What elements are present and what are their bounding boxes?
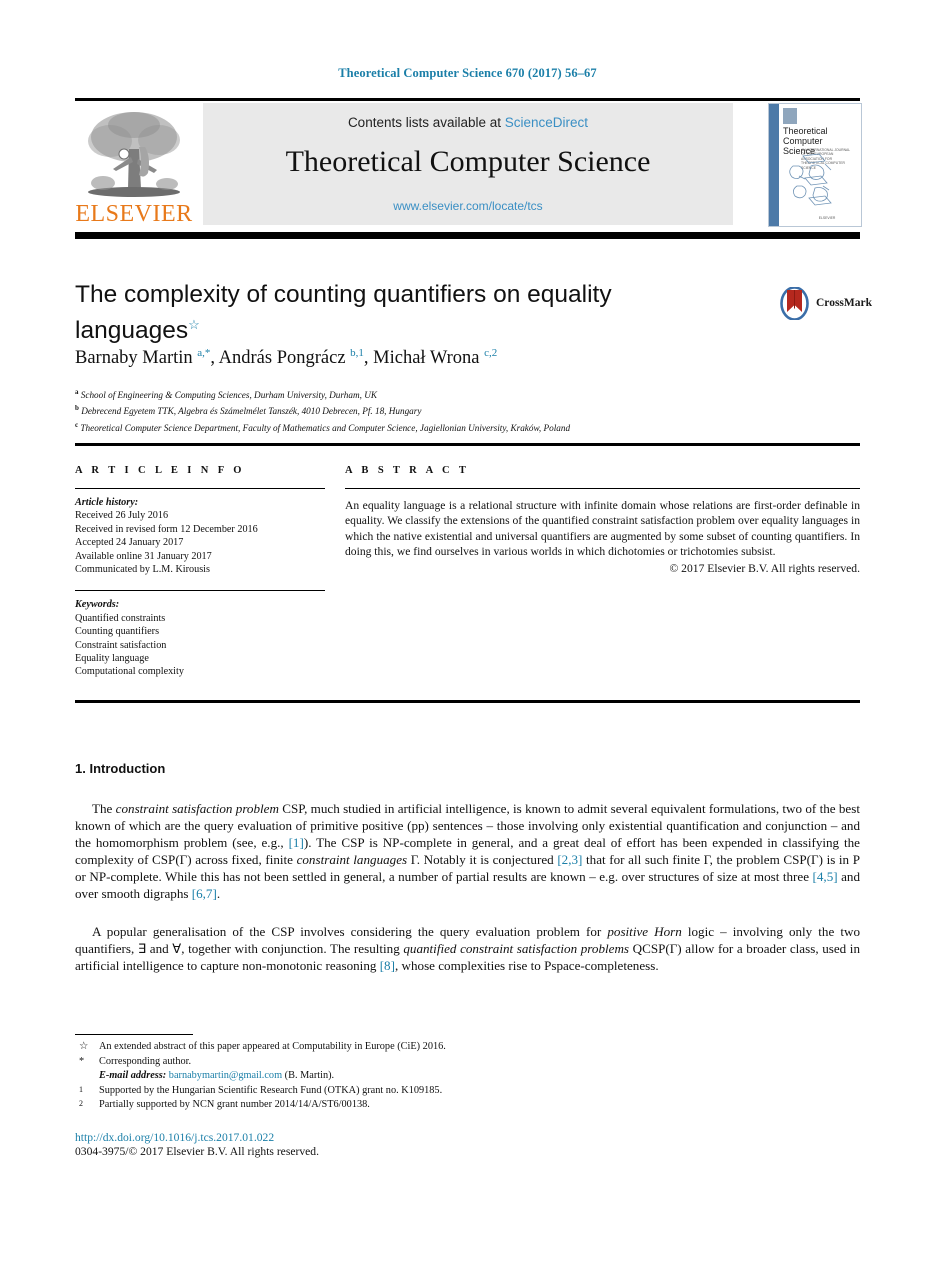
journal-url-link[interactable]: www.elsevier.com/locate/tcs <box>203 199 733 213</box>
page-title: The complexity of counting quantifiers o… <box>75 280 705 346</box>
journal-cover-thumbnail[interactable]: Theoretical Computer Science AN INTERNAT… <box>768 103 862 227</box>
running-head: Theoretical Computer Science 670 (2017) … <box>338 66 597 80</box>
body-paragraph: The constraint satisfaction problem CSP,… <box>75 801 860 902</box>
cover-footer: ELSEVIER <box>818 216 836 221</box>
affiliation-text: Debrecend Egyetem TTK, Algebra és Számel… <box>81 406 422 417</box>
body-paragraph: A popular generalisation of the CSP invo… <box>75 924 860 974</box>
keyword-item: Computational complexity <box>75 666 184 678</box>
history-item: Available online 31 January 2017 <box>75 550 212 562</box>
article-history-label: Article history: <box>75 497 139 508</box>
issn-copyright-line: 0304-3975/© 2017 Elsevier B.V. All right… <box>75 1145 319 1158</box>
elsevier-tree-icon <box>88 112 180 197</box>
crossmark-badge[interactable]: CrossMark <box>778 287 872 321</box>
affiliation-list: a School of Engineering & Computing Scie… <box>75 386 860 435</box>
keyword-item: Counting quantifiers <box>75 626 160 638</box>
keywords-block: Keywords: Quantified constraints Countin… <box>75 598 325 678</box>
footnote-item: 2 Partially supported by NCN grant numbe… <box>75 1098 635 1113</box>
contents-lists-line: Contents lists available at ScienceDirec… <box>203 115 733 130</box>
email-label: E-mail address: <box>99 1070 167 1082</box>
affiliation-item: a School of Engineering & Computing Scie… <box>75 386 860 402</box>
doi-link[interactable]: http://dx.doi.org/10.1016/j.tcs.2017.01.… <box>75 1131 274 1144</box>
footnote-item: 1 Supported by the Hungarian Scientific … <box>75 1084 635 1099</box>
article-page: Theoretical Computer Science 670 (2017) … <box>0 0 935 1266</box>
email-link[interactable]: barnabymartin@gmail.com <box>169 1070 282 1081</box>
crossmark-label: CrossMark <box>816 297 873 309</box>
footnote-marker: ☆ <box>79 1041 89 1052</box>
article-title-text: The complexity of counting quantifiers o… <box>75 281 612 345</box>
footnote-separator <box>75 1034 193 1036</box>
footnote-text: Corresponding author. <box>99 1055 192 1067</box>
crossmark-icon <box>780 287 809 320</box>
footnote-marker: * <box>79 1055 85 1067</box>
journal-title: Theoretical Computer Science <box>285 145 651 178</box>
footnote-list: ☆ An extended abstract of this paper app… <box>75 1040 635 1113</box>
affiliation-item: c Theoretical Computer Science Departmen… <box>75 419 860 435</box>
footnote-email-line: E-mail address: barnabymartin@gmail.com … <box>75 1069 635 1084</box>
abstract-heading: A B S T R A C T <box>345 465 470 476</box>
abstract-bottom-rule <box>75 700 860 703</box>
keyword-item: Quantified constraints <box>75 612 166 624</box>
article-info-divider <box>75 488 325 489</box>
cover-graph-artwork <box>789 153 832 206</box>
keyword-item: Equality language <box>75 653 149 665</box>
affiliation-text: Theoretical Computer Science Department,… <box>80 422 571 433</box>
email-attribution: (B. Martin). <box>284 1070 335 1082</box>
history-item: Accepted 24 January 2017 <box>75 537 184 549</box>
abstract-top-rule <box>75 443 860 446</box>
history-item: Received in revised form 12 December 201… <box>75 523 258 535</box>
keyword-item: Constraint satisfaction <box>75 639 167 651</box>
footnote-item: * Corresponding author. <box>75 1055 635 1070</box>
history-item: Received 26 July 2016 <box>75 510 169 522</box>
footnote-marker: 1 <box>79 1084 83 1094</box>
article-info-section: A R T I C L E I N F O Article history: R… <box>75 465 325 679</box>
cover-body: Theoretical Computer Science AN INTERNAT… <box>779 104 861 226</box>
elsevier-wordmark: ELSEVIER <box>75 201 193 227</box>
abstract-section: A B S T R A C T An equality language is … <box>345 465 860 575</box>
footnote-text: Supported by the Hungarian Scientific Re… <box>99 1084 443 1096</box>
abstract-divider <box>345 488 860 489</box>
affiliation-mark: c <box>75 420 79 429</box>
cover-spine <box>769 104 779 226</box>
sciencedirect-link[interactable]: ScienceDirect <box>505 115 588 130</box>
keywords-divider <box>75 590 325 592</box>
article-info-heading: A R T I C L E I N F O <box>75 465 245 476</box>
affiliation-mark: a <box>75 388 79 396</box>
footnote-marker: 2 <box>79 1099 83 1109</box>
title-footnote-marker[interactable]: ☆ <box>188 317 200 332</box>
journal-banner: Contents lists available at ScienceDirec… <box>203 103 733 225</box>
article-history-block: Article history: Received 26 July 2016 R… <box>75 496 325 576</box>
abstract-text: An equality language is a relational str… <box>345 499 860 558</box>
journal-masthead: ELSEVIER Contents lists available at Sci… <box>75 103 862 228</box>
elsevier-logo: ELSEVIER <box>75 103 193 228</box>
abstract-copyright: © 2017 Elsevier B.V. All rights reserved… <box>669 562 860 576</box>
footnote-item: ☆ An extended abstract of this paper app… <box>75 1040 635 1055</box>
masthead-bottom-rule <box>75 232 860 239</box>
keywords-label: Keywords: <box>75 599 120 611</box>
contents-prefix: Contents lists available at <box>347 115 505 130</box>
affiliation-item: b Debrecend Egyetem TTK, Algebra és Szám… <box>75 402 860 418</box>
section-heading-introduction: 1. Introduction <box>75 761 166 776</box>
history-item: Communicated by L.M. Kirousis <box>75 564 210 576</box>
masthead-top-rule <box>75 98 860 101</box>
cover-title-line1: Theoretical <box>783 126 828 136</box>
footnote-text: An extended abstract of this paper appea… <box>99 1041 446 1052</box>
author-list: Barnaby Martin a,*, András Pongrácz b,1,… <box>75 347 498 369</box>
cover-badge-icon <box>783 108 797 124</box>
affiliation-mark: b <box>75 404 79 413</box>
affiliation-text: School of Engineering & Computing Scienc… <box>80 390 377 401</box>
footnote-text: Partially supported by NCN grant number … <box>99 1099 370 1111</box>
